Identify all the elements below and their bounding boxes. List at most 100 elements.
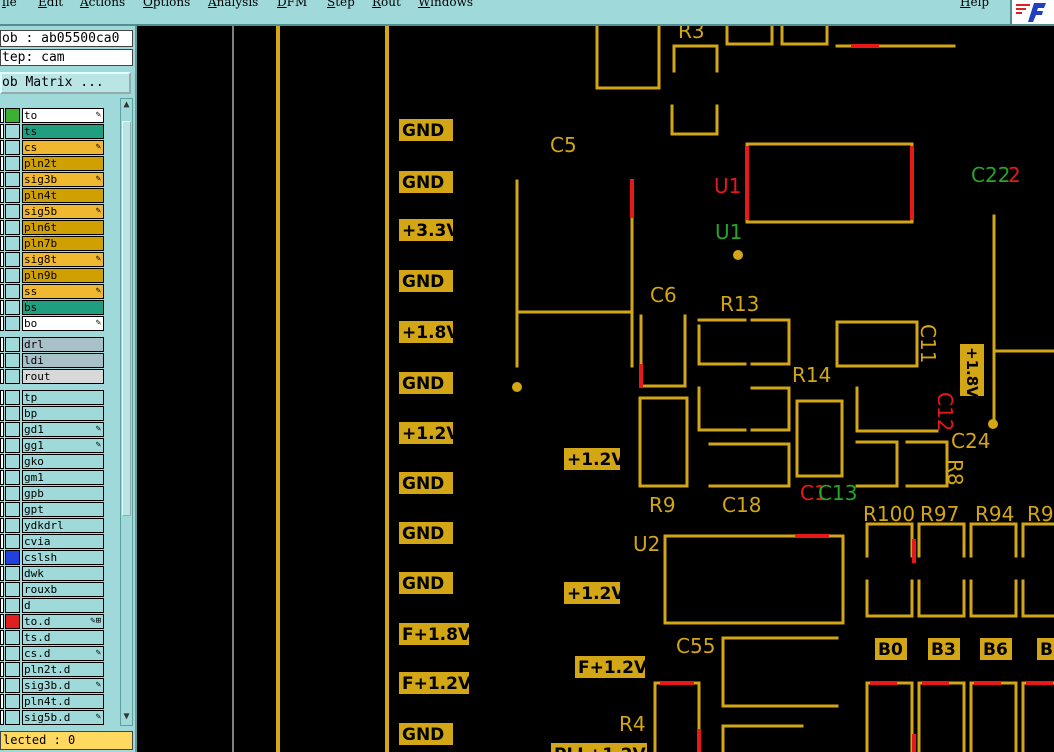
- layer-name[interactable]: rout: [22, 369, 104, 384]
- layer-name[interactable]: sig5b.d ✎: [22, 710, 104, 725]
- layer-name[interactable]: tp: [22, 390, 104, 405]
- layer-display-toggle[interactable]: [5, 566, 20, 581]
- layer-affected-box[interactable]: [0, 486, 4, 501]
- layer-affected-box[interactable]: [0, 353, 4, 368]
- layer-row-sig3b-d[interactable]: sig3b.d ✎: [0, 678, 118, 693]
- layer-row-drl[interactable]: drl: [0, 337, 118, 352]
- layer-affected-box[interactable]: [0, 140, 4, 155]
- layer-display-toggle[interactable]: [5, 550, 20, 565]
- layer-affected-box[interactable]: [0, 220, 4, 235]
- menu-windows[interactable]: Windows: [418, 0, 473, 9]
- layer-name[interactable]: gg1 ✎: [22, 438, 104, 453]
- layer-row-rouxb[interactable]: rouxb: [0, 582, 118, 597]
- layer-name[interactable]: pln6t: [22, 220, 104, 235]
- layer-row-tp[interactable]: tp: [0, 390, 118, 405]
- layer-name[interactable]: ydkdrl: [22, 518, 104, 533]
- layer-name[interactable]: cvia: [22, 534, 104, 549]
- layer-row-to[interactable]: to ✎: [0, 108, 118, 123]
- layer-row-pln9b[interactable]: pln9b: [0, 268, 118, 283]
- layer-display-toggle[interactable]: [5, 353, 20, 368]
- layer-name[interactable]: ss ✎: [22, 284, 104, 299]
- layer-display-toggle[interactable]: [5, 582, 20, 597]
- layer-affected-box[interactable]: [0, 582, 4, 597]
- layer-display-toggle[interactable]: [5, 598, 20, 613]
- layer-affected-box[interactable]: [0, 662, 4, 677]
- layer-display-toggle[interactable]: [5, 486, 20, 501]
- layer-name[interactable]: sig3b ✎: [22, 172, 104, 187]
- layer-display-toggle[interactable]: [5, 390, 20, 405]
- layer-affected-box[interactable]: [0, 284, 4, 299]
- layer-display-toggle[interactable]: [5, 614, 20, 629]
- layer-name[interactable]: gpb: [22, 486, 104, 501]
- layer-name[interactable]: cs.d ✎: [22, 646, 104, 661]
- layer-row-bp[interactable]: bp: [0, 406, 118, 421]
- layer-row-pln4t-d[interactable]: pln4t.d: [0, 694, 118, 709]
- layer-row-gg1[interactable]: gg1 ✎: [0, 438, 118, 453]
- layer-affected-box[interactable]: [0, 236, 4, 251]
- layer-affected-box[interactable]: [0, 268, 4, 283]
- layer-row-ts[interactable]: ts: [0, 124, 118, 139]
- layer-row-ss[interactable]: ss ✎: [0, 284, 118, 299]
- layer-name[interactable]: sig5b ✎: [22, 204, 104, 219]
- layer-display-toggle[interactable]: [5, 662, 20, 677]
- layer-row-sig5b[interactable]: sig5b ✎: [0, 204, 118, 219]
- layer-affected-box[interactable]: [0, 406, 4, 421]
- layer-affected-box[interactable]: [0, 156, 4, 171]
- menu-help[interactable]: Help: [960, 0, 989, 9]
- layer-name[interactable]: pln4t.d: [22, 694, 104, 709]
- layer-affected-box[interactable]: [0, 337, 4, 352]
- layer-display-toggle[interactable]: [5, 534, 20, 549]
- layer-display-toggle[interactable]: [5, 678, 20, 693]
- layer-name[interactable]: gm1: [22, 470, 104, 485]
- layer-row-pln2t-d[interactable]: pln2t.d: [0, 662, 118, 677]
- menu-analysis[interactable]: Analysis: [208, 0, 258, 9]
- layer-display-toggle[interactable]: [5, 337, 20, 352]
- layer-display-toggle[interactable]: [5, 422, 20, 437]
- layer-affected-box[interactable]: [0, 534, 4, 549]
- layer-row-gpb[interactable]: gpb: [0, 486, 118, 501]
- layer-display-toggle[interactable]: [5, 518, 20, 533]
- layer-display-toggle[interactable]: [5, 438, 20, 453]
- layer-row-gko[interactable]: gko: [0, 454, 118, 469]
- layer-affected-box[interactable]: [0, 678, 4, 693]
- layer-row-gm1[interactable]: gm1: [0, 470, 118, 485]
- layer-name[interactable]: pln4t: [22, 188, 104, 203]
- menu-actions[interactable]: Actions: [80, 0, 125, 9]
- layer-row-rout[interactable]: rout: [0, 369, 118, 384]
- layer-row-pln2t[interactable]: pln2t: [0, 156, 118, 171]
- layer-name[interactable]: dwk: [22, 566, 104, 581]
- job-matrix-button[interactable]: ob Matrix ...: [0, 72, 131, 94]
- layer-display-toggle[interactable]: [5, 630, 20, 645]
- layer-display-toggle[interactable]: [5, 108, 20, 123]
- menu-dfm[interactable]: DFM: [277, 0, 307, 9]
- layer-affected-box[interactable]: [0, 502, 4, 517]
- layer-affected-box[interactable]: [0, 598, 4, 613]
- layer-display-toggle[interactable]: [5, 172, 20, 187]
- layer-display-toggle[interactable]: [5, 646, 20, 661]
- layer-affected-box[interactable]: [0, 646, 4, 661]
- layer-row-d[interactable]: d: [0, 598, 118, 613]
- layer-display-toggle[interactable]: [5, 369, 20, 384]
- layer-row-pln7b[interactable]: pln7b: [0, 236, 118, 251]
- layer-affected-box[interactable]: [0, 124, 4, 139]
- layer-row-dwk[interactable]: dwk: [0, 566, 118, 581]
- layer-affected-box[interactable]: [0, 550, 4, 565]
- menu-step[interactable]: Step: [327, 0, 355, 9]
- scroll-thumb[interactable]: [122, 121, 131, 516]
- layer-name[interactable]: pln2t.d: [22, 662, 104, 677]
- layer-row-to-d[interactable]: to.d ✎⊞: [0, 614, 118, 629]
- menu-edit[interactable]: Edit: [38, 0, 63, 9]
- layer-affected-box[interactable]: [0, 188, 4, 203]
- layer-name[interactable]: rouxb: [22, 582, 104, 597]
- layer-row-sig5b-d[interactable]: sig5b.d ✎: [0, 710, 118, 725]
- layer-name[interactable]: cslsh: [22, 550, 104, 565]
- scroll-up-icon[interactable]: ▲: [121, 100, 132, 112]
- layer-affected-box[interactable]: [0, 630, 4, 645]
- layer-display-toggle[interactable]: [5, 252, 20, 267]
- layer-display-toggle[interactable]: [5, 502, 20, 517]
- layer-affected-box[interactable]: [0, 300, 4, 315]
- layer-display-toggle[interactable]: [5, 316, 20, 331]
- layer-display-toggle[interactable]: [5, 268, 20, 283]
- layer-row-bs[interactable]: bs: [0, 300, 118, 315]
- layer-affected-box[interactable]: [0, 454, 4, 469]
